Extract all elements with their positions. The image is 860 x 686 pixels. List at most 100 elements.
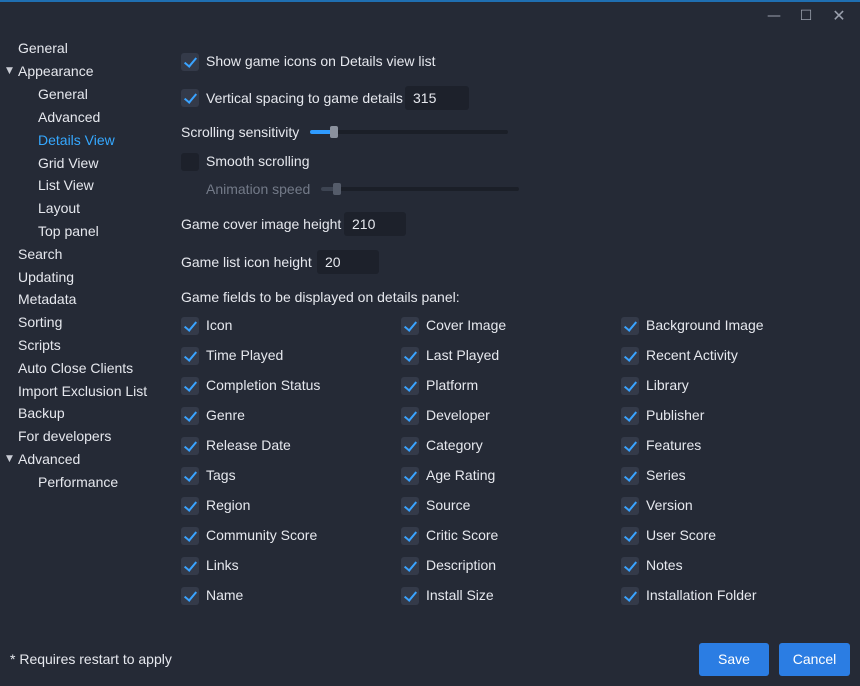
fields-heading: Game fields to be displayed on details p… xyxy=(181,289,460,305)
cover-height-input[interactable]: 210 xyxy=(344,212,406,236)
sidebar-item-backup[interactable]: Backup xyxy=(18,405,65,421)
field-checkbox[interactable] xyxy=(401,347,419,365)
field-checkbox[interactable] xyxy=(181,437,199,455)
field-checkbox[interactable] xyxy=(181,557,199,575)
sidebar-item-appearance-general[interactable]: General xyxy=(38,86,88,102)
sidebar-item-sorting[interactable]: Sorting xyxy=(18,314,62,330)
field-label: Platform xyxy=(426,377,479,393)
sidebar-item-details-view[interactable]: Details View xyxy=(38,132,115,148)
animation-speed-thumb[interactable] xyxy=(333,183,341,195)
caret-down-icon[interactable]: ▼ xyxy=(6,63,13,80)
field-checkbox[interactable] xyxy=(401,467,419,485)
field-checkbox[interactable] xyxy=(401,557,419,575)
sidebar-item-performance[interactable]: Performance xyxy=(38,474,118,490)
field-checkbox[interactable] xyxy=(621,437,639,455)
field-label: Series xyxy=(646,467,686,483)
field-checkbox[interactable] xyxy=(621,497,639,515)
sidebar-item-advanced[interactable]: ▼ Advanced xyxy=(6,451,81,467)
sidebar-item-label: Details View xyxy=(38,132,115,148)
field-checkbox[interactable] xyxy=(621,467,639,485)
smooth-scrolling-label: Smooth scrolling xyxy=(206,153,310,169)
sidebar-item-auto-close-clients[interactable]: Auto Close Clients xyxy=(18,360,133,376)
close-icon[interactable]: ✕ xyxy=(829,6,849,26)
field-checkbox[interactable] xyxy=(401,407,419,425)
field-checkbox[interactable] xyxy=(181,497,199,515)
field-checkbox[interactable] xyxy=(621,377,639,395)
field-label: Release Date xyxy=(206,437,291,453)
sidebar-item-label: Auto Close Clients xyxy=(18,360,134,376)
field-label: Critic Score xyxy=(426,527,499,543)
field-label: Last Played xyxy=(426,347,500,363)
sidebar-item-label: For developers xyxy=(18,428,112,444)
sidebar-item-general[interactable]: General xyxy=(18,40,68,56)
field-label: Category xyxy=(426,437,483,453)
field-checkbox[interactable] xyxy=(401,527,419,545)
sidebar-item-appearance[interactable]: ▼ Appearance xyxy=(6,63,94,79)
field-checkbox[interactable] xyxy=(621,347,639,365)
field-label: Cover Image xyxy=(426,317,507,333)
sidebar-item-grid-view[interactable]: Grid View xyxy=(38,155,98,171)
sidebar-item-top-panel[interactable]: Top panel xyxy=(38,223,99,239)
field-checkbox[interactable] xyxy=(401,497,419,515)
field-checkbox[interactable] xyxy=(621,587,639,605)
scrolling-sensitivity-thumb[interactable] xyxy=(330,126,338,138)
field-checkbox[interactable] xyxy=(401,377,419,395)
field-label: Library xyxy=(646,377,689,393)
caret-down-icon[interactable]: ▼ xyxy=(6,451,13,468)
field-checkbox[interactable] xyxy=(181,317,199,335)
maximize-icon[interactable]: ☐ xyxy=(796,6,816,26)
sidebar-item-updating[interactable]: Updating xyxy=(18,269,74,285)
sidebar-item-list-view[interactable]: List View xyxy=(38,177,94,193)
sidebar-item-label: Grid View xyxy=(38,155,99,171)
field-checkbox[interactable] xyxy=(621,317,639,335)
sidebar-item-label: Updating xyxy=(18,269,75,285)
field-label: Region xyxy=(206,497,251,513)
field-label: Name xyxy=(206,587,244,603)
sidebar-item-label: Top panel xyxy=(38,223,99,239)
field-checkbox[interactable] xyxy=(621,557,639,575)
scrolling-sensitivity-slider[interactable] xyxy=(310,130,508,134)
vertical-spacing-checkbox[interactable] xyxy=(181,89,199,107)
animation-speed-slider[interactable] xyxy=(321,187,519,191)
field-checkbox[interactable] xyxy=(181,467,199,485)
sidebar-item-search[interactable]: Search xyxy=(18,246,62,262)
sidebar-item-for-developers[interactable]: For developers xyxy=(18,428,111,444)
sidebar-item-label: Advanced xyxy=(18,451,81,467)
vertical-spacing-input[interactable]: 315 xyxy=(405,86,469,110)
field-label: Installation Folder xyxy=(646,587,757,603)
show-game-icons-checkbox[interactable] xyxy=(181,53,199,71)
field-checkbox[interactable] xyxy=(621,407,639,425)
sidebar-item-scripts[interactable]: Scripts xyxy=(18,337,61,353)
field-label: Publisher xyxy=(646,407,705,423)
field-label: Version xyxy=(646,497,693,513)
field-checkbox[interactable] xyxy=(401,437,419,455)
save-button[interactable]: Save xyxy=(699,643,769,676)
sidebar-item-layout[interactable]: Layout xyxy=(38,200,80,216)
cancel-button[interactable]: Cancel xyxy=(779,643,850,676)
sidebar-item-appearance-advanced[interactable]: Advanced xyxy=(38,109,100,125)
field-label: Background Image xyxy=(646,317,764,333)
field-checkbox[interactable] xyxy=(181,527,199,545)
field-label: User Score xyxy=(646,527,717,543)
field-checkbox[interactable] xyxy=(181,407,199,425)
smooth-scrolling-checkbox[interactable] xyxy=(181,153,199,171)
sidebar-item-metadata[interactable]: Metadata xyxy=(18,291,76,307)
sidebar-item-import-exclusion-list[interactable]: Import Exclusion List xyxy=(18,383,147,399)
field-label: Features xyxy=(646,437,702,453)
field-label: Tags xyxy=(206,467,236,483)
field-checkbox[interactable] xyxy=(181,347,199,365)
icon-height-input[interactable]: 20 xyxy=(317,250,379,274)
field-checkbox[interactable] xyxy=(181,587,199,605)
minimize-icon[interactable]: — xyxy=(764,6,784,26)
field-label: Age Rating xyxy=(426,467,496,483)
field-checkbox[interactable] xyxy=(401,587,419,605)
field-label: Source xyxy=(426,497,471,513)
sidebar-item-label: Scripts xyxy=(18,337,61,353)
field-checkbox[interactable] xyxy=(401,317,419,335)
field-checkbox[interactable] xyxy=(621,527,639,545)
sidebar-item-label: Performance xyxy=(38,474,119,490)
sidebar-item-label: Metadata xyxy=(18,291,77,307)
cover-height-label: Game cover image height xyxy=(181,216,342,232)
sidebar-item-label: Layout xyxy=(38,200,81,216)
field-checkbox[interactable] xyxy=(181,377,199,395)
